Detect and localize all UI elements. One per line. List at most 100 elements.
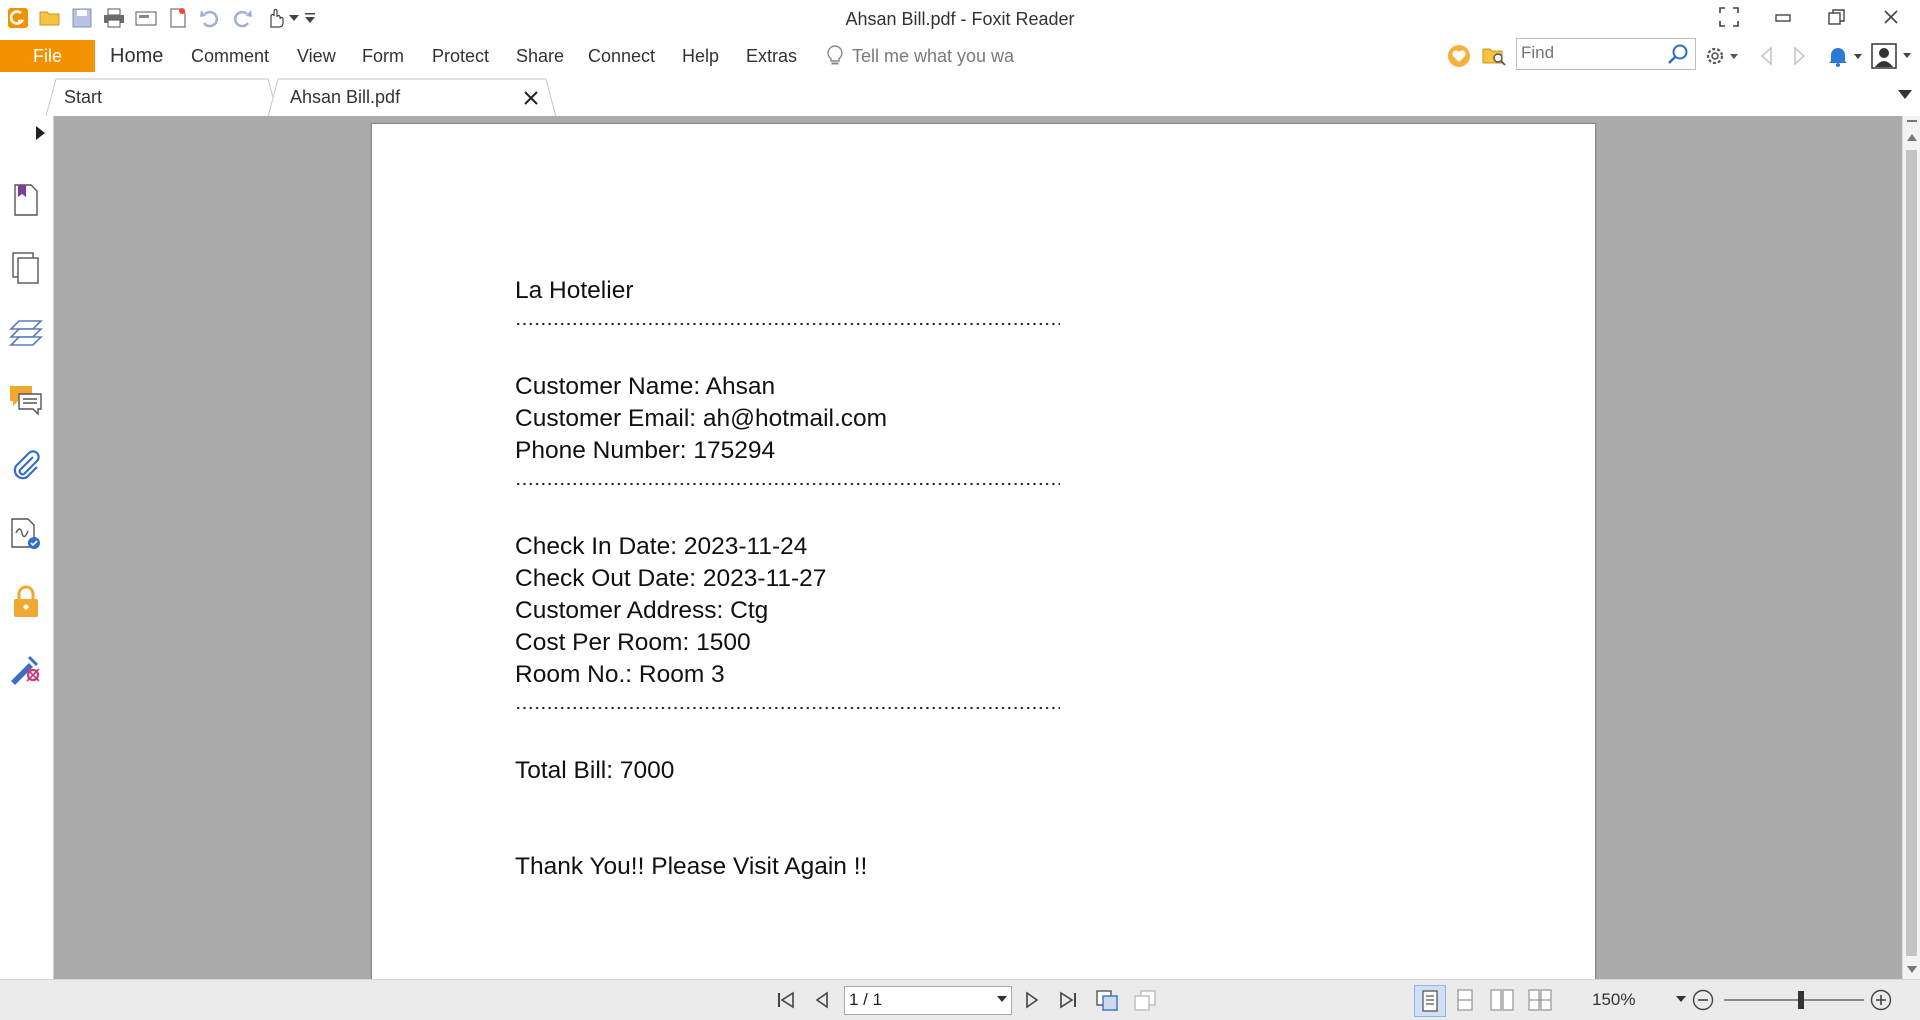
- minimize-icon: [1775, 14, 1791, 22]
- pdf-page[interactable]: La Hotelier Customer Name: Ahsan Custome…: [371, 123, 1596, 979]
- signature-panel-icon[interactable]: [8, 516, 44, 552]
- close-button[interactable]: [1865, 0, 1917, 34]
- file-menu-button[interactable]: File: [0, 40, 95, 72]
- tab-start-label: Start: [64, 87, 103, 107]
- document-tab-strip: Start Ahsan Bill.pdf: [0, 74, 1920, 117]
- menu-protect[interactable]: Protect: [432, 38, 489, 74]
- scan-icon[interactable]: [134, 6, 158, 30]
- fullscreen-icon: [1719, 7, 1739, 27]
- menu-connect[interactable]: Connect: [588, 38, 655, 74]
- search-icon[interactable]: [1667, 43, 1689, 65]
- notification-bell-icon[interactable]: [1825, 42, 1865, 70]
- next-view-icon[interactable]: [1132, 989, 1158, 1011]
- scroll-up-icon[interactable]: [1907, 134, 1917, 141]
- dotted-separator: [515, 319, 1060, 329]
- tab-ahsan-bill[interactable]: Ahsan Bill.pdf: [268, 78, 556, 117]
- dotted-separator: [515, 703, 1060, 713]
- tell-me-placeholder: Tell me what you want to do: [852, 45, 1014, 66]
- bookmarks-icon[interactable]: [8, 182, 44, 218]
- attachments-icon[interactable]: [8, 448, 44, 484]
- pages-icon[interactable]: [8, 250, 44, 286]
- next-page-icon[interactable]: [1020, 989, 1044, 1011]
- hand-tool-icon[interactable]: [264, 6, 288, 30]
- last-page-icon[interactable]: [1056, 989, 1080, 1011]
- restore-icon: [1828, 9, 1845, 25]
- tell-me-search[interactable]: Tell me what you want to do: [826, 38, 1014, 74]
- tab-close-icon[interactable]: [524, 91, 538, 105]
- scroll-down-icon[interactable]: [1907, 966, 1917, 973]
- save-icon[interactable]: [70, 6, 94, 30]
- zoom-slider-thumb[interactable]: [1798, 991, 1804, 1009]
- document-viewport[interactable]: La Hotelier Customer Name: Ahsan Custome…: [54, 116, 1902, 979]
- thank-you-message: Thank You!! Please Visit Again !!: [515, 853, 868, 880]
- first-page-icon[interactable]: [774, 989, 798, 1011]
- menu-share[interactable]: Share: [516, 38, 564, 74]
- new-icon[interactable]: [166, 6, 190, 30]
- room-number: Room No.: Room 3: [515, 661, 725, 688]
- fullscreen-button[interactable]: [1703, 0, 1755, 34]
- folder-search-icon[interactable]: [1481, 42, 1507, 70]
- minimize-button[interactable]: [1757, 0, 1809, 34]
- total-bill: Total Bill: 7000: [515, 757, 675, 784]
- dotted-separator: [515, 479, 1060, 489]
- find-input[interactable]: [1521, 42, 1661, 64]
- page-number-box[interactable]: [844, 986, 1012, 1015]
- facing-view-icon[interactable]: [1488, 989, 1516, 1011]
- zoom-in-icon[interactable]: [1870, 989, 1892, 1011]
- continuous-view-icon[interactable]: [1452, 989, 1478, 1011]
- menu-home[interactable]: Home: [110, 38, 163, 74]
- previous-view-icon[interactable]: [1094, 989, 1120, 1011]
- tools-icon[interactable]: [8, 650, 44, 686]
- settings-icon[interactable]: [1703, 42, 1741, 70]
- status-bar: 150%: [0, 979, 1920, 1020]
- zoom-out-icon[interactable]: [1692, 989, 1714, 1011]
- find-box[interactable]: [1516, 38, 1696, 70]
- navigation-panel: [0, 116, 57, 979]
- security-lock-icon[interactable]: [8, 584, 44, 620]
- next-find-icon[interactable]: [1786, 42, 1814, 70]
- customer-email: Customer Email: ah@hotmail.com: [515, 405, 888, 432]
- tab-start[interactable]: Start: [46, 78, 278, 116]
- title-bar: Ahsan Bill.pdf - Foxit Reader: [0, 0, 1920, 38]
- previous-find-icon[interactable]: [1752, 42, 1780, 70]
- zoom-slider[interactable]: [1724, 991, 1864, 1009]
- vertical-scrollbar[interactable]: [1902, 116, 1920, 979]
- tab-ahsan-bill-label: Ahsan Bill.pdf: [290, 87, 401, 107]
- continuous-facing-view-icon[interactable]: [1526, 989, 1554, 1011]
- customer-address: Customer Address: Ctg: [515, 597, 769, 624]
- phone-number: Phone Number: 175294: [515, 437, 776, 464]
- menu-help[interactable]: Help: [682, 38, 719, 74]
- page-number-input[interactable]: [849, 989, 979, 1011]
- menu-view[interactable]: View: [297, 38, 336, 74]
- hand-tool-dropdown-icon[interactable]: [286, 6, 302, 30]
- scrollbar-thumb[interactable]: [1906, 150, 1917, 956]
- menu-extras[interactable]: Extras: [746, 38, 797, 74]
- tab-list-dropdown-icon[interactable]: [1898, 90, 1912, 99]
- open-icon[interactable]: [38, 6, 62, 30]
- menu-comment[interactable]: Comment: [191, 38, 269, 74]
- layers-icon[interactable]: [8, 316, 44, 352]
- comments-icon[interactable]: [8, 382, 44, 418]
- scroll-top-icon[interactable]: [1907, 120, 1917, 126]
- single-page-view-icon[interactable]: [1414, 985, 1446, 1017]
- ribbon-menu-bar: File Home Comment View Form Protect Shar…: [0, 38, 1920, 74]
- cost-per-room: Cost Per Room: 1500: [515, 629, 751, 656]
- menu-form[interactable]: Form: [362, 38, 404, 74]
- expand-panel-icon[interactable]: [36, 126, 45, 140]
- restore-button[interactable]: [1811, 0, 1863, 34]
- app-logo-icon[interactable]: [6, 6, 30, 30]
- previous-page-icon[interactable]: [810, 989, 834, 1011]
- heart-icon[interactable]: [1446, 42, 1472, 70]
- close-icon: [1884, 10, 1898, 24]
- user-account-icon[interactable]: [1870, 42, 1916, 70]
- undo-icon[interactable]: [198, 6, 222, 30]
- zoom-dropdown-icon[interactable]: [1676, 996, 1686, 1002]
- check-in-date: Check In Date: 2023-11-24: [515, 533, 808, 560]
- customize-dropdown-icon[interactable]: [302, 6, 318, 30]
- print-icon[interactable]: [102, 6, 126, 30]
- page-dropdown-icon[interactable]: [997, 996, 1007, 1002]
- redo-icon[interactable]: [230, 6, 254, 30]
- check-out-date: Check Out Date: 2023-11-27: [515, 565, 827, 592]
- zoom-level[interactable]: 150%: [1592, 980, 1635, 1020]
- lightbulb-icon: [827, 45, 843, 65]
